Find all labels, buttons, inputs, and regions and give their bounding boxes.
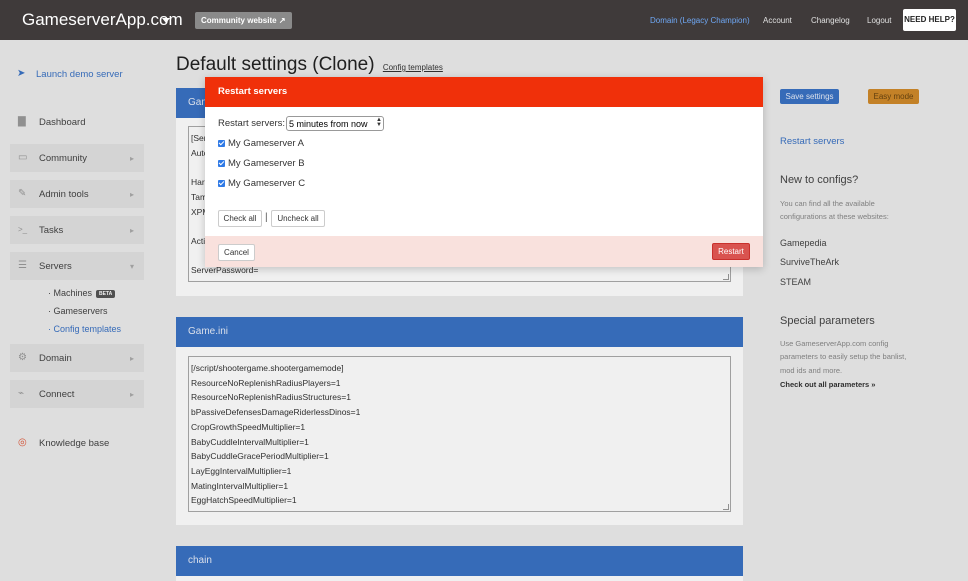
server-label-b: My Gameserver B	[228, 158, 305, 169]
nav-domain[interactable]: Domain (Legacy Champion)	[650, 16, 750, 25]
restart-servers-modal: Restart servers Restart servers: 5 minut…	[205, 77, 763, 267]
button-separator: |	[265, 212, 268, 223]
cancel-button[interactable]: Cancel	[218, 244, 255, 261]
server-label-a: My Gameserver A	[228, 138, 305, 149]
restart-button[interactable]: Restart	[712, 243, 750, 260]
community-website-label: Community website	[201, 16, 277, 25]
caret-down-icon[interactable]	[162, 18, 170, 23]
server-checkbox-a[interactable]	[218, 140, 225, 147]
community-website-button[interactable]: Community website ↗	[195, 12, 292, 29]
restart-time-select[interactable]: 5 minutes from now	[286, 116, 384, 131]
server-label-c: My Gameserver C	[228, 178, 306, 189]
top-navbar: GameserverApp.com Community website ↗ Do…	[0, 0, 968, 40]
server-checkbox-b[interactable]	[218, 160, 225, 167]
nav-changelog[interactable]: Changelog	[811, 16, 850, 25]
modal-title: Restart servers	[205, 77, 763, 107]
check-all-button[interactable]: Check all	[218, 210, 262, 227]
nav-account[interactable]: Account	[763, 16, 792, 25]
select-arrows-icon: ▲ ▼	[376, 117, 382, 128]
brand-logo[interactable]: GameserverApp.com	[22, 10, 183, 30]
need-help-button[interactable]: NEED HELP?	[903, 9, 956, 31]
modal-footer: Cancel Restart	[205, 236, 763, 267]
restart-time-label: Restart servers:	[218, 118, 286, 129]
server-checkbox-c[interactable]	[218, 180, 225, 187]
nav-logout[interactable]: Logout	[867, 16, 891, 25]
external-link-icon: ↗	[278, 16, 286, 25]
uncheck-all-button[interactable]: Uncheck all	[271, 210, 325, 227]
